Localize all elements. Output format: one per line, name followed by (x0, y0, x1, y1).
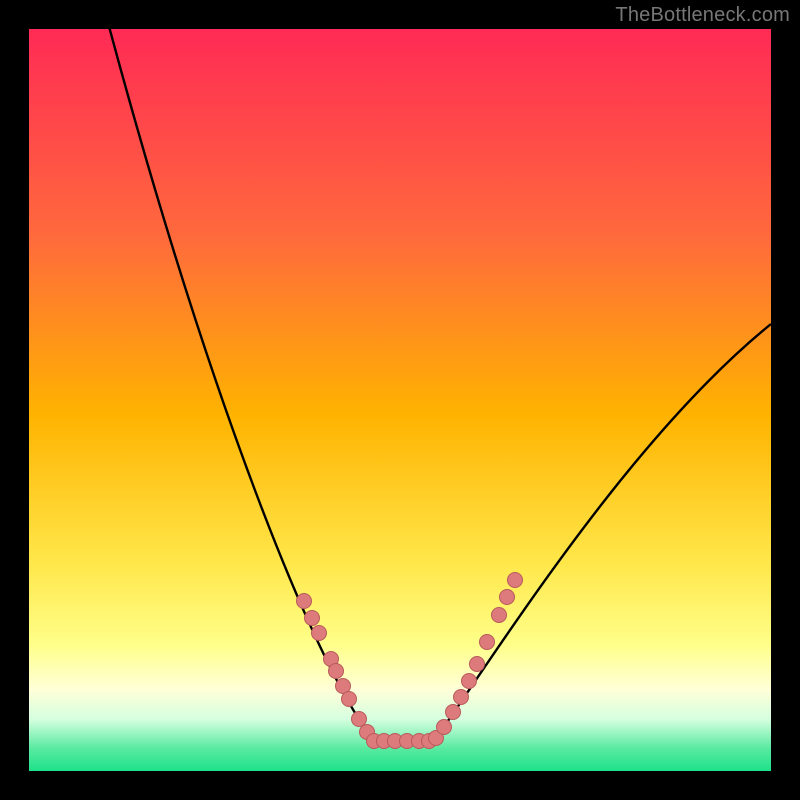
curve-layer (29, 29, 771, 771)
data-dot (312, 626, 327, 641)
data-dot (329, 664, 344, 679)
dots-left (297, 594, 382, 749)
right-curve (434, 324, 771, 741)
chart-frame (29, 29, 771, 771)
data-dot (508, 573, 523, 588)
data-dot (454, 690, 469, 705)
data-dot (462, 674, 477, 689)
data-dot (352, 712, 367, 727)
left-curve (107, 29, 374, 741)
data-dot (470, 657, 485, 672)
data-dot (492, 608, 507, 623)
data-dot (446, 705, 461, 720)
watermark-text: TheBottleneck.com (615, 4, 790, 27)
data-dot (437, 720, 452, 735)
data-dot (342, 692, 357, 707)
data-dot (480, 635, 495, 650)
data-dot (305, 611, 320, 626)
data-dot (500, 590, 515, 605)
dots-floor (377, 734, 437, 749)
dots-right (429, 573, 523, 746)
data-dot (297, 594, 312, 609)
